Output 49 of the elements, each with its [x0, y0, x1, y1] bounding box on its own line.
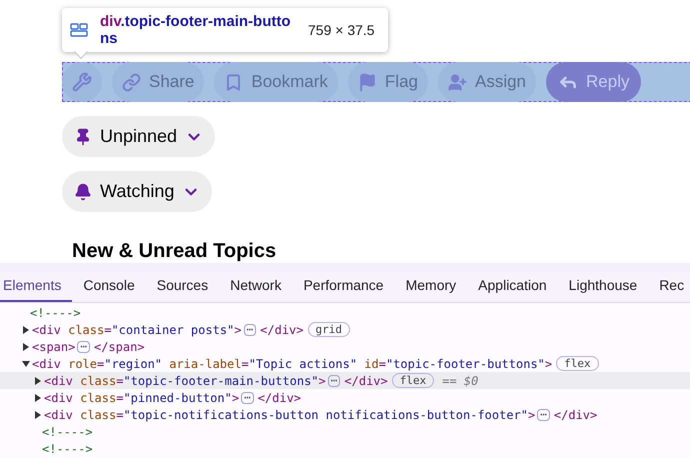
expand-triangle-icon[interactable]	[34, 376, 42, 384]
dropdown-button[interactable]: Watching	[62, 171, 212, 212]
layout-badge[interactable]: flex	[392, 373, 434, 388]
closing-tag: </div>	[258, 388, 302, 406]
html-element-line[interactable]: <div class="topic-notifications-button notifications-button-footer">	[44, 406, 536, 424]
html-comment: <!---->	[30, 304, 81, 322]
layout-icon	[70, 23, 88, 37]
devtools-tab[interactable]: Network	[219, 271, 292, 302]
ellipsis-pill[interactable]: ⋯	[244, 324, 256, 336]
closing-tag: </div>	[260, 320, 304, 338]
html-element-line[interactable]: <div role="region" aria-label="Topic actions" id="topic-footer-buttons">	[32, 354, 552, 372]
html-element-line[interactable]: <div class="pinned-button">	[44, 388, 240, 406]
layout-badge[interactable]: grid	[308, 322, 350, 337]
devtools-tab[interactable]: Sources	[146, 271, 220, 302]
html-element-line[interactable]: <span>	[32, 338, 76, 356]
expand-triangle-icon[interactable]	[22, 326, 30, 334]
collapse-triangle-icon[interactable]	[22, 360, 30, 368]
wrench-icon	[72, 72, 92, 92]
element-size: 759 × 37.5	[308, 20, 375, 40]
html-element-line[interactable]: <div class="container posts">	[32, 320, 242, 338]
element-selector: div.topic-footer-main-buttons	[100, 13, 292, 47]
devtools-tab[interactable]: Application	[467, 271, 558, 302]
ellipsis-pill[interactable]: ⋯	[241, 392, 254, 404]
devtools-tab[interactable]: Memory	[394, 271, 468, 302]
selected-node-marker: == $0	[442, 372, 478, 390]
expand-triangle-icon[interactable]	[34, 394, 42, 402]
closing-tag: </div>	[344, 372, 388, 390]
html-comment: <!---->	[42, 440, 93, 458]
devtools-tab[interactable]: Console	[72, 271, 146, 302]
expand-triangle-icon[interactable]	[34, 410, 42, 418]
user-plus-icon	[448, 72, 467, 92]
html-element-line[interactable]: <div class="topic-footer-main-buttons">	[44, 372, 326, 390]
closing-tag: </span>	[94, 338, 145, 356]
dropdown-button[interactable]: Unpinned	[62, 116, 216, 157]
section-heading: New & Unread Topics	[72, 239, 276, 264]
devtools-tab[interactable]: Performance	[292, 271, 395, 302]
layout-badge[interactable]: flex	[556, 356, 599, 371]
devtools-tab[interactable]: Lighthouse	[558, 271, 648, 302]
ellipsis-pill[interactable]: ⋯	[77, 340, 90, 352]
pin-icon	[74, 128, 92, 146]
link-icon	[122, 72, 141, 92]
bell-icon	[74, 182, 92, 200]
devtools-tab[interactable]: Rec	[648, 271, 690, 302]
html-comment: <!---->	[42, 424, 93, 440]
closing-tag: </div>	[554, 406, 598, 424]
expand-triangle-icon[interactable]	[22, 342, 30, 350]
flag-icon	[358, 72, 377, 92]
ellipsis-pill[interactable]: ⋯	[328, 374, 340, 386]
ellipsis-pill[interactable]: ⋯	[537, 408, 550, 420]
